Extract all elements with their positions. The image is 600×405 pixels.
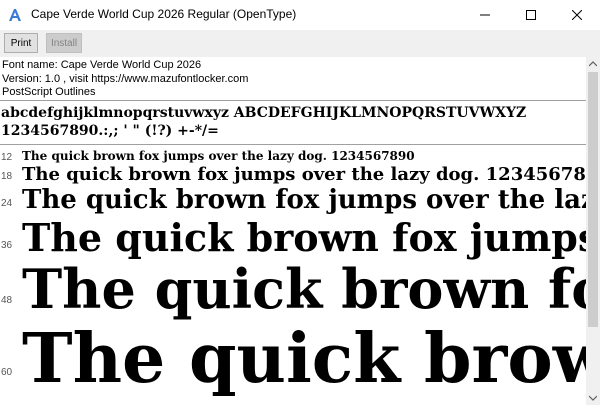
install-button: Install [46,33,82,53]
charset-symbols: 1234567890.:,; ' " (!?) +-*/= [1,123,219,139]
minimize-icon [480,14,490,16]
close-button[interactable] [554,0,600,30]
sample-text: The quick brown fox jumps over the lazy … [22,319,586,399]
sample-size-label: 24 [1,198,13,209]
window-title: Cape Verde World Cup 2026 Regular (OpenT… [31,7,297,21]
minimize-button[interactable] [462,0,508,30]
sample-text: The quick brown fox jumps over the lazy … [22,257,586,321]
scroll-up-arrow-icon [589,61,597,67]
scroll-down-button[interactable] [586,391,600,405]
toolbar: Print Install [0,30,600,57]
charset-letters: abcdefghijklmnopqrstuvwxyz ABCDEFGHIJKLM… [1,105,527,121]
close-icon [572,10,582,20]
maximize-icon [526,10,536,20]
sample-size-label: 36 [1,240,13,251]
font-preview-area: Font name: Cape Verde World Cup 2026 Ver… [0,57,586,405]
font-version-line: Version: 1.0 , visit https://www.mazufon… [2,73,249,85]
sample-size-label: 60 [1,367,13,378]
print-button[interactable]: Print [4,33,38,53]
font-name-line: Font name: Cape Verde World Cup 2026 [2,59,202,71]
title-bar: Cape Verde World Cup 2026 Regular (OpenT… [0,0,600,30]
sample-size-label: 12 [1,152,13,163]
sample-text: The quick brown fox jumps over the lazy … [22,215,586,260]
maximize-button[interactable] [508,0,554,30]
sample-size-label: 18 [1,171,13,182]
sample-size-label: 48 [1,295,13,306]
scroll-thumb[interactable] [588,72,598,327]
font-viewer-icon [9,9,21,21]
scroll-up-button[interactable] [586,57,600,71]
scroll-down-arrow-icon [589,395,597,401]
font-outline-type-line: PostScript Outlines [2,86,96,98]
divider [0,144,586,145]
sample-text: The quick brown fox jumps over the lazy … [22,149,415,163]
vertical-scrollbar[interactable] [586,57,600,405]
divider [0,100,586,101]
sample-text: The quick brown fox jumps over the lazy … [22,185,586,215]
sample-text: The quick brown fox jumps over the lazy … [22,164,586,185]
